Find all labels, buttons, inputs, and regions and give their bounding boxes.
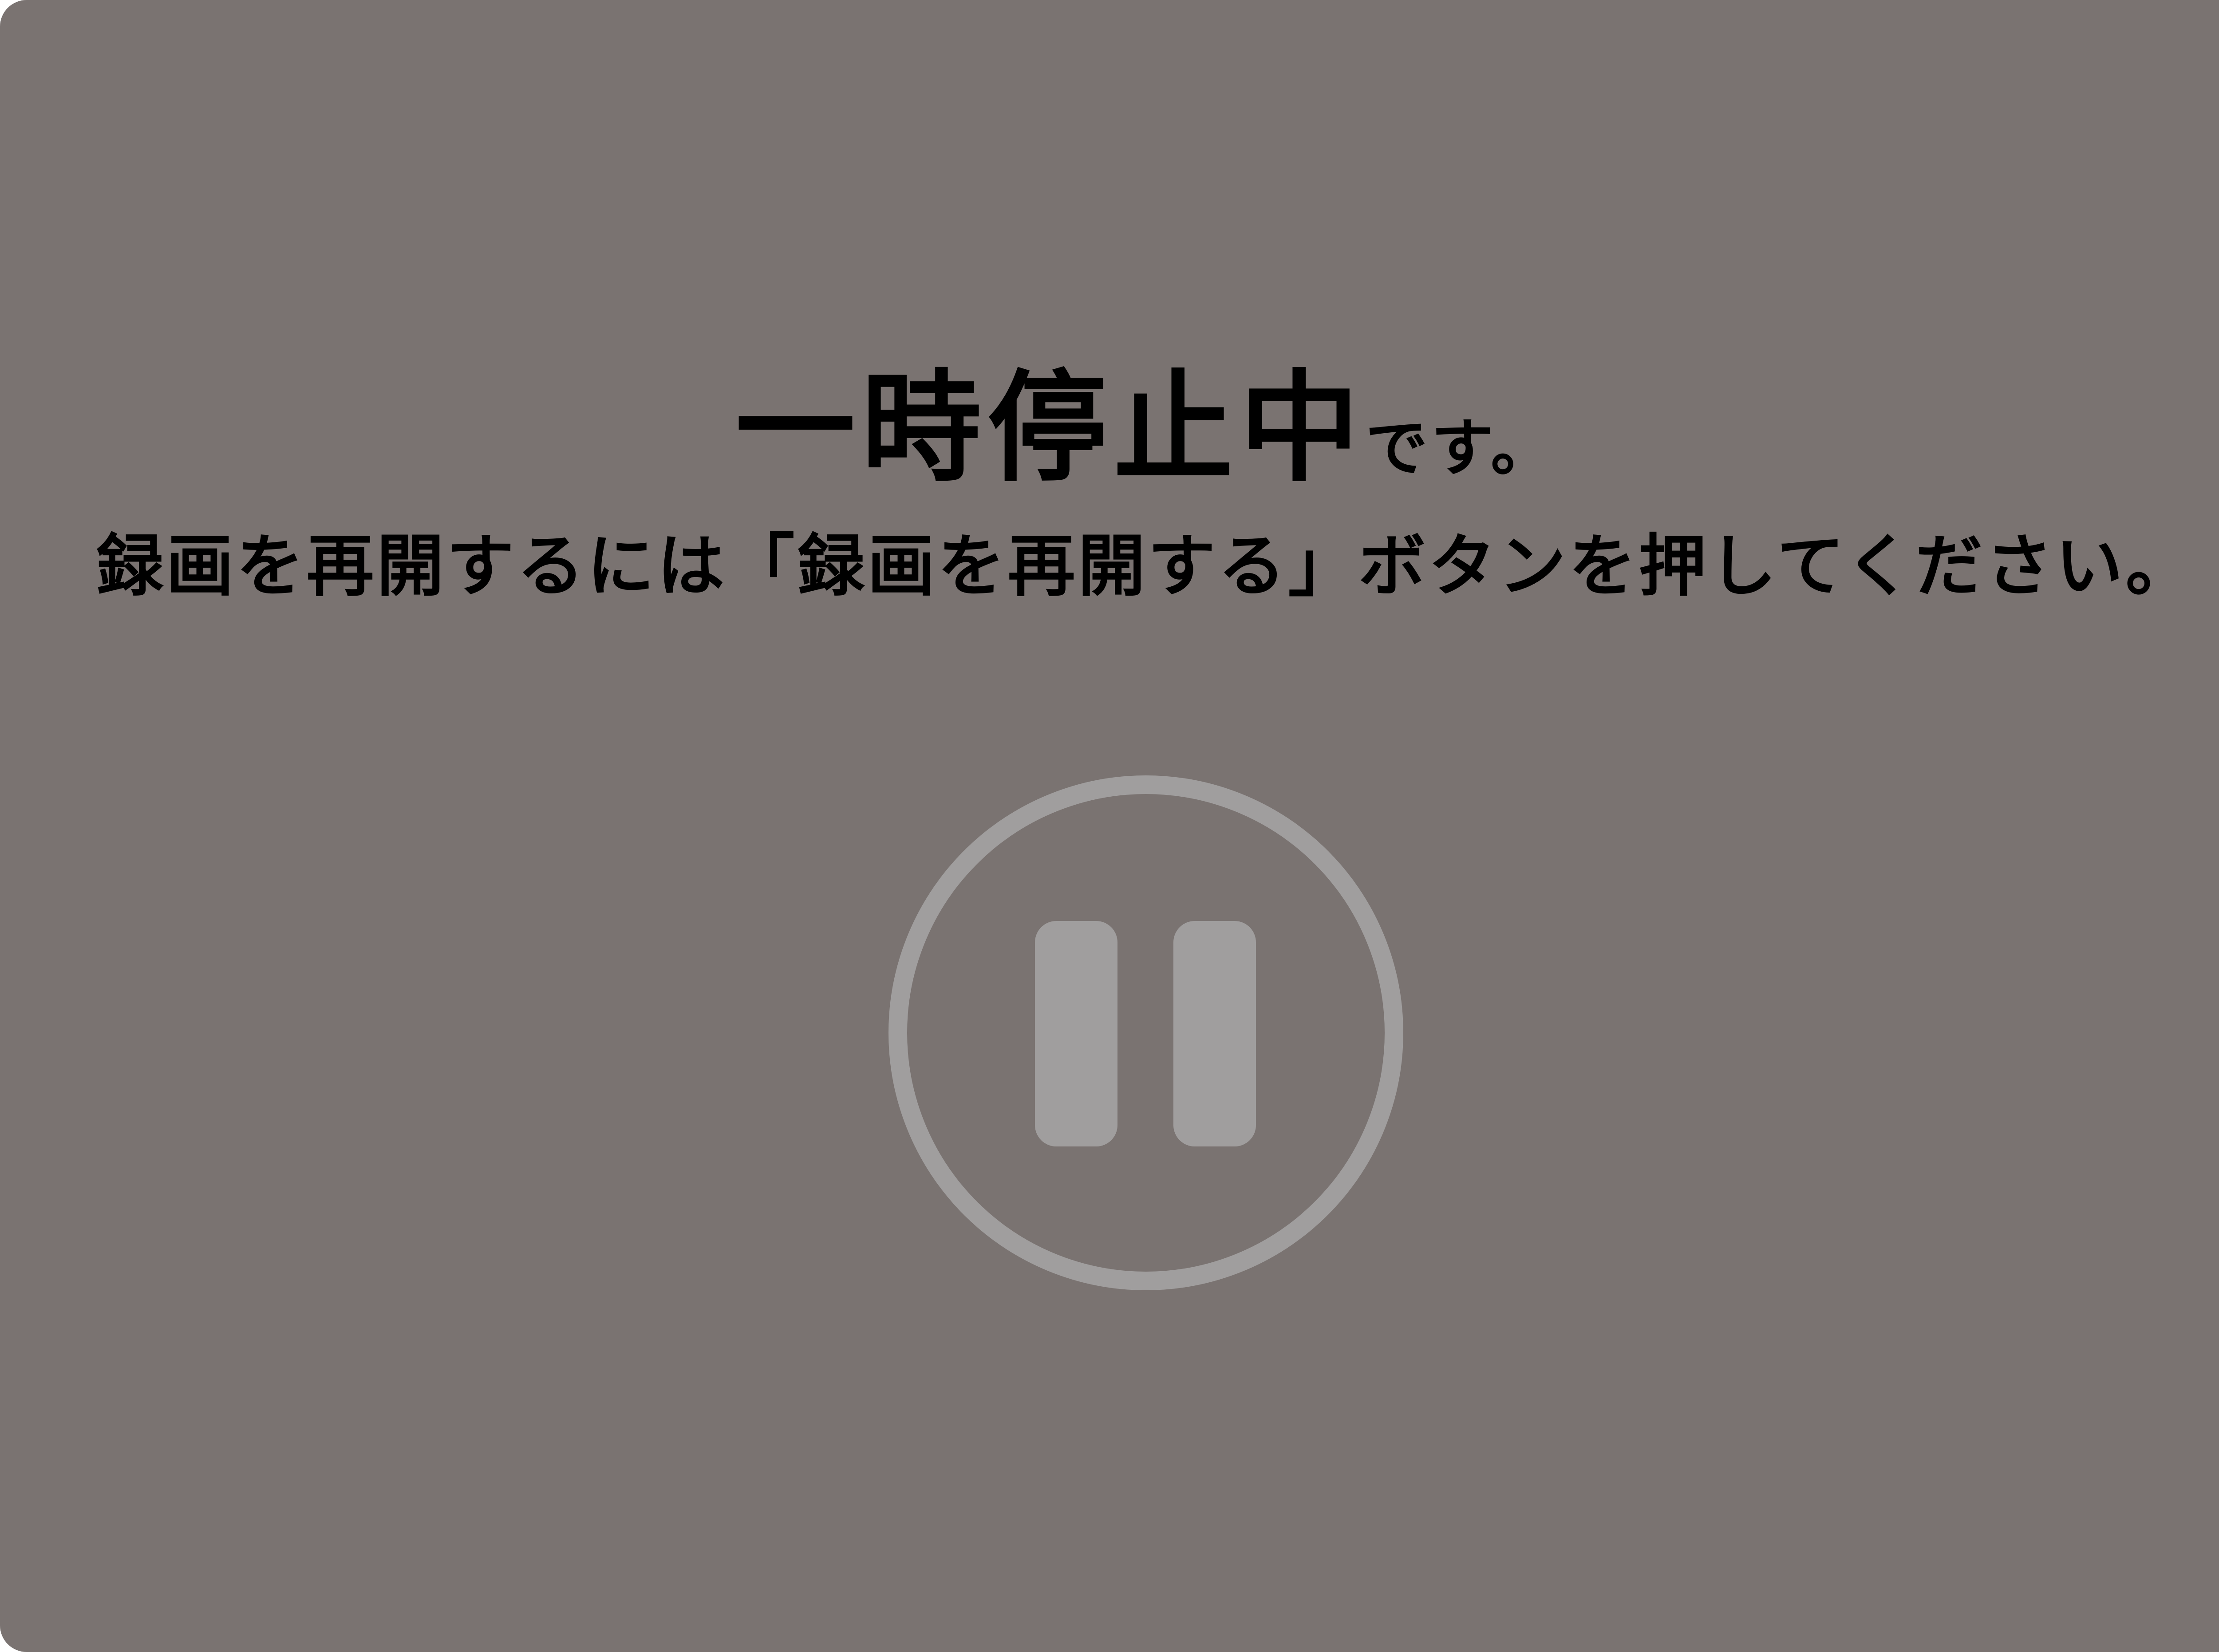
pause-icon-right-bar [1173, 921, 1256, 1146]
paused-title: 一時停止中です。 [0, 368, 2219, 488]
resume-instruction: 録画を再開するには「録画を再開する」ボタンを押してください。 [96, 527, 2196, 605]
paused-title-suffix: です。 [1365, 412, 1556, 485]
paused-overlay: 一時停止中です。 録画を再開するには「録画を再開する」ボタンを押してください。 [0, 0, 2219, 1652]
paused-title-main: 一時停止中 [735, 358, 1366, 498]
pause-icon-left-bar [1035, 921, 1117, 1146]
pause-icon-ring [888, 775, 1403, 1290]
